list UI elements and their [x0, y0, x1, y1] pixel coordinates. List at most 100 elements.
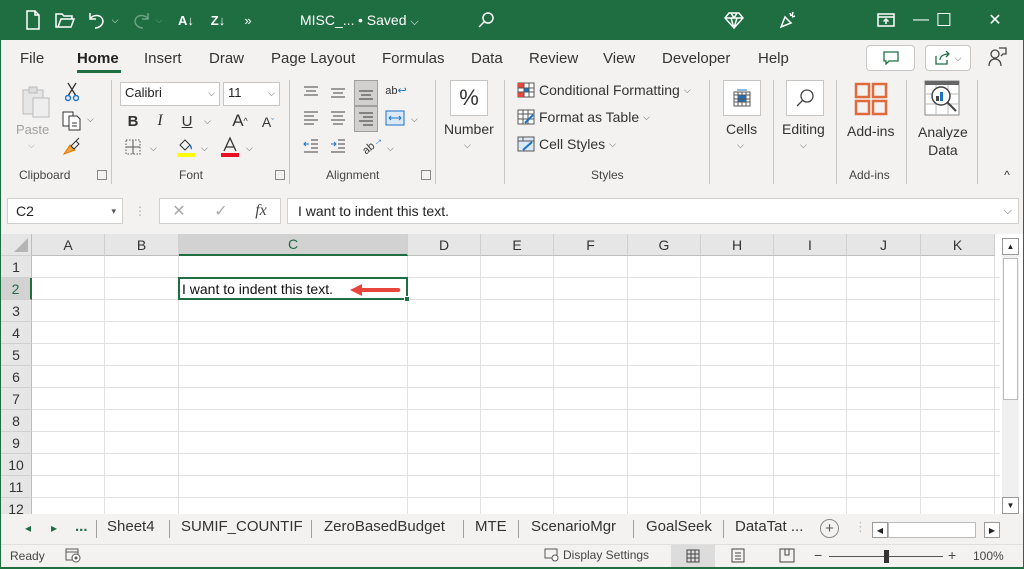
- italic-button[interactable]: I: [151, 111, 169, 131]
- copy-icon[interactable]: [61, 110, 83, 132]
- format-as-table-button[interactable]: Format as Table ⌵: [517, 109, 650, 125]
- font-size-dropdown[interactable]: 11 ⌵: [223, 82, 280, 106]
- format-painter-icon[interactable]: [61, 136, 83, 158]
- row-header-3[interactable]: 3: [1, 300, 32, 322]
- font-name-dropdown[interactable]: Calibri ⌵: [120, 82, 220, 106]
- orientation-dropdown-icon[interactable]: ⌵: [387, 143, 394, 154]
- saved-status[interactable]: • Saved ⌵: [358, 12, 419, 29]
- zoom-in-button[interactable]: +: [948, 547, 956, 563]
- zoom-out-button[interactable]: −: [814, 547, 822, 563]
- row-header-2[interactable]: 2: [1, 278, 32, 300]
- open-folder-icon[interactable]: [54, 8, 76, 32]
- page-break-view-button[interactable]: [779, 548, 795, 566]
- align-center-icon[interactable]: [328, 108, 348, 128]
- row-header-7[interactable]: 7: [1, 388, 32, 410]
- sort-descending-icon[interactable]: Z↓: [206, 8, 230, 32]
- comments-button[interactable]: [866, 45, 915, 71]
- font-launcher-icon[interactable]: [275, 170, 285, 180]
- fill-color-icon[interactable]: [176, 136, 196, 158]
- selected-cell[interactable]: I want to indent this text.: [178, 277, 410, 302]
- font-color-dropdown-icon[interactable]: ⌵: [246, 143, 253, 154]
- tab-insert[interactable]: Insert: [144, 50, 182, 67]
- cells-dropdown-icon[interactable]: ⌵: [737, 140, 744, 151]
- row-header-12[interactable]: 12: [1, 498, 32, 514]
- row-header-9[interactable]: 9: [1, 432, 32, 454]
- prev-sheet-icon[interactable]: ◂: [25, 521, 31, 535]
- column-header-i[interactable]: I: [774, 234, 847, 256]
- align-right-icon[interactable]: [354, 106, 378, 132]
- borders-icon[interactable]: [124, 138, 142, 156]
- editing-dropdown-icon[interactable]: ⌵: [800, 140, 807, 151]
- vertical-scrollbar[interactable]: ▲ ▼: [1002, 238, 1019, 514]
- column-header-d[interactable]: D: [408, 234, 481, 256]
- column-header-e[interactable]: E: [481, 234, 554, 256]
- tab-data[interactable]: Data: [471, 50, 503, 67]
- formula-input[interactable]: I want to indent this text. ⌵: [287, 198, 1019, 224]
- search-icon[interactable]: [474, 8, 498, 32]
- orientation-icon[interactable]: ab →: [358, 130, 389, 161]
- alignment-launcher-icon[interactable]: [421, 170, 431, 180]
- increase-font-size-button[interactable]: A ^: [230, 110, 250, 132]
- ribbon-display-icon[interactable]: [874, 8, 898, 32]
- addins-icon[interactable]: [854, 82, 888, 116]
- tab-view[interactable]: View: [603, 50, 635, 67]
- font-color-icon[interactable]: [220, 136, 240, 158]
- cells-label[interactable]: Cells: [726, 121, 757, 137]
- document-title[interactable]: MISC_...: [300, 12, 354, 28]
- decrease-font-size-button[interactable]: Aˇ: [258, 112, 278, 132]
- bold-button[interactable]: B: [124, 111, 142, 131]
- merge-center-icon[interactable]: [384, 108, 406, 128]
- column-header-f[interactable]: F: [554, 234, 628, 256]
- row-header-5[interactable]: 5: [1, 344, 32, 366]
- clipboard-launcher-icon[interactable]: [97, 170, 107, 180]
- number-format-button[interactable]: %: [450, 80, 488, 116]
- cancel-entry-icon[interactable]: ✕: [170, 202, 188, 220]
- tab-file[interactable]: File: [20, 50, 44, 67]
- horizontal-scrollbar[interactable]: [888, 522, 976, 538]
- sheet-tab[interactable]: GoalSeek: [646, 518, 712, 535]
- insert-function-icon[interactable]: fx: [252, 202, 270, 220]
- decrease-indent-icon[interactable]: [301, 136, 321, 156]
- column-header-k[interactable]: K: [921, 234, 995, 256]
- row-header-6[interactable]: 6: [1, 366, 32, 388]
- increase-indent-icon[interactable]: [328, 136, 348, 156]
- bottom-align-icon[interactable]: [354, 80, 378, 106]
- row-header-8[interactable]: 8: [1, 410, 32, 432]
- sheet-tab[interactable]: SUMIF_COUNTIF: [181, 518, 303, 535]
- scroll-right-icon[interactable]: ▶: [984, 522, 1000, 538]
- new-file-icon[interactable]: [22, 8, 44, 32]
- paste-dropdown-icon[interactable]: ⌵: [28, 140, 35, 151]
- column-header-h[interactable]: H: [701, 234, 774, 256]
- tab-developer[interactable]: Developer: [662, 50, 730, 67]
- sheet-tab[interactable]: ZeroBasedBudget: [324, 518, 445, 535]
- paste-button[interactable]: Paste: [16, 122, 49, 137]
- normal-view-button[interactable]: [671, 545, 715, 567]
- resize-handle-icon[interactable]: ⋮: [134, 202, 146, 220]
- column-header-c[interactable]: C: [179, 234, 408, 256]
- column-header-j[interactable]: J: [847, 234, 921, 256]
- copy-dropdown-icon[interactable]: ⌵: [87, 114, 94, 125]
- maximize-button[interactable]: ☐: [921, 0, 967, 40]
- scroll-thumb[interactable]: [1003, 258, 1018, 400]
- row-header-11[interactable]: 11: [1, 476, 32, 498]
- tab-home[interactable]: Home: [77, 50, 119, 67]
- coauthoring-icon[interactable]: [776, 8, 800, 32]
- diamond-premium-icon[interactable]: [722, 8, 746, 32]
- tab-draw[interactable]: Draw: [209, 50, 244, 67]
- fill-handle[interactable]: [404, 296, 410, 302]
- feedback-icon[interactable]: [986, 46, 1008, 68]
- merge-dropdown-icon[interactable]: ⌵: [411, 114, 418, 125]
- next-sheet-icon[interactable]: ▸: [51, 521, 57, 535]
- share-button[interactable]: ⌵: [925, 45, 971, 71]
- cut-icon[interactable]: [63, 82, 81, 102]
- undo-icon[interactable]: [86, 8, 108, 32]
- scroll-left-icon[interactable]: ◀: [872, 522, 888, 538]
- more-commands-icon[interactable]: »: [240, 8, 256, 32]
- spreadsheet-grid[interactable]: ABCDEFGHIJK 1 2 3 4 5 6 7 8 9 10 11 12 I want to in…: [1, 234, 1023, 514]
- zoom-slider-thumb[interactable]: [884, 550, 889, 563]
- analyze-data-button[interactable]: Analyze Data: [918, 123, 968, 159]
- conditional-formatting-button[interactable]: Conditional Formatting ⌵: [517, 82, 691, 98]
- number-dropdown-icon[interactable]: ⌵: [464, 140, 471, 151]
- tab-splitter-handle[interactable]: ⋮: [854, 519, 867, 535]
- number-label[interactable]: Number: [444, 121, 494, 137]
